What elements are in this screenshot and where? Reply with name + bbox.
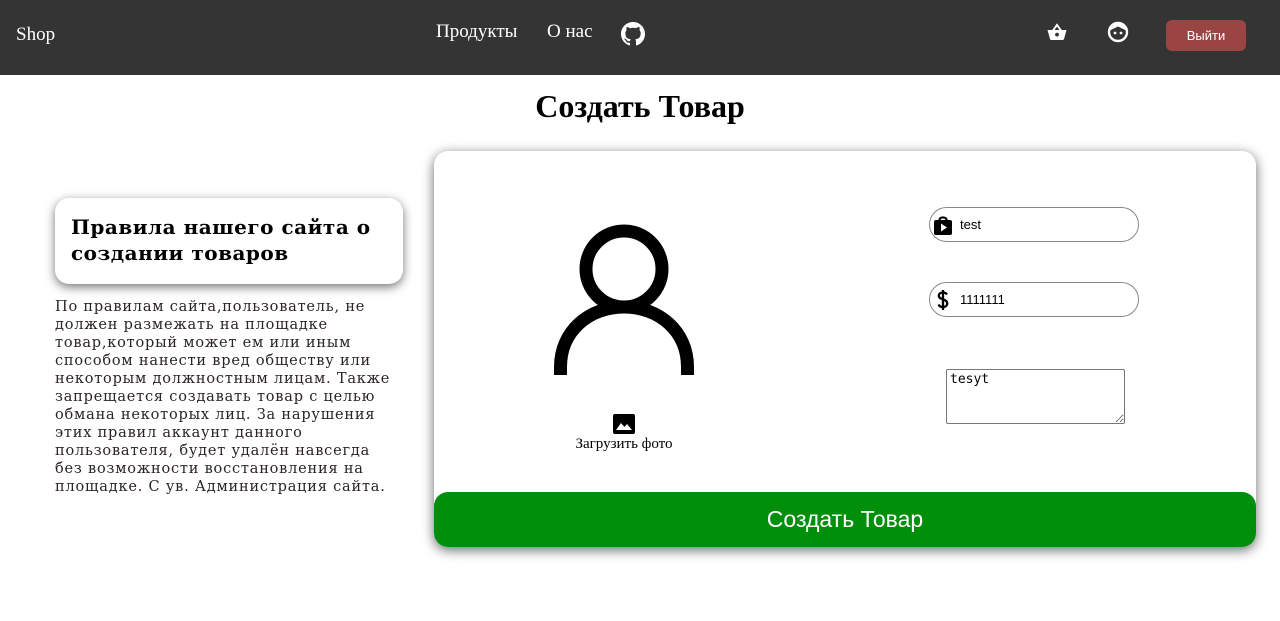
nav-link-about[interactable]: О нас	[547, 21, 593, 43]
upload-photo-label: Загрузить фото	[575, 436, 673, 452]
nav-link-products[interactable]: Продукты	[436, 21, 517, 43]
create-product-form: Загрузить фото tesyt Создать Товар	[434, 151, 1256, 547]
rules-card: Правила нашего сайта о создании товаров	[55, 198, 403, 284]
shop-bag-icon	[934, 216, 952, 235]
product-price-field	[929, 282, 1139, 317]
create-product-button[interactable]: Создать Товар	[434, 492, 1256, 547]
upload-photo-button[interactable]: Загрузить фото	[574, 413, 674, 453]
github-icon[interactable]	[621, 22, 645, 46]
navbar: Shop Продукты О нас Выйти	[0, 0, 1280, 75]
page-title: Создать Товар	[535, 88, 745, 124]
basket-icon[interactable]	[1045, 20, 1069, 44]
product-name-field	[929, 207, 1139, 242]
rules-title: Правила нашего сайта о создании товаров	[71, 215, 371, 265]
image-icon	[613, 414, 635, 434]
product-name-input[interactable]	[960, 208, 1130, 241]
brand-link[interactable]: Shop	[16, 24, 55, 46]
product-description-textarea[interactable]: tesyt	[946, 369, 1125, 424]
product-price-input[interactable]	[960, 283, 1130, 316]
dollar-icon	[937, 290, 949, 310]
face-icon[interactable]	[1106, 20, 1130, 44]
rules-text: По правилам сайта,пользователь, не долже…	[55, 299, 391, 495]
logout-button[interactable]: Выйти	[1166, 20, 1246, 51]
user-avatar-icon	[554, 224, 694, 375]
